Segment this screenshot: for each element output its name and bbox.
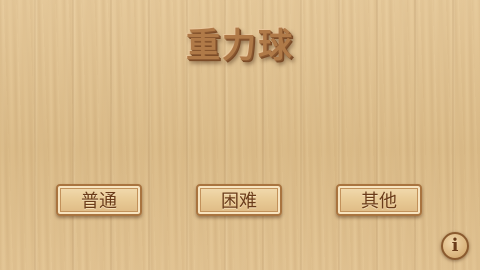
normal-mode-button[interactable]: 普通 <box>56 184 142 216</box>
other-label: 其他 <box>361 191 397 212</box>
game-title: 重力球 <box>186 26 294 66</box>
info-button[interactable]: i <box>441 232 469 260</box>
hard-mode-label: 困难 <box>221 191 257 212</box>
hard-mode-button[interactable]: 困难 <box>196 184 282 216</box>
normal-mode-label: 普通 <box>81 191 117 212</box>
other-button[interactable]: 其他 <box>336 184 422 216</box>
info-icon: i <box>451 235 459 256</box>
